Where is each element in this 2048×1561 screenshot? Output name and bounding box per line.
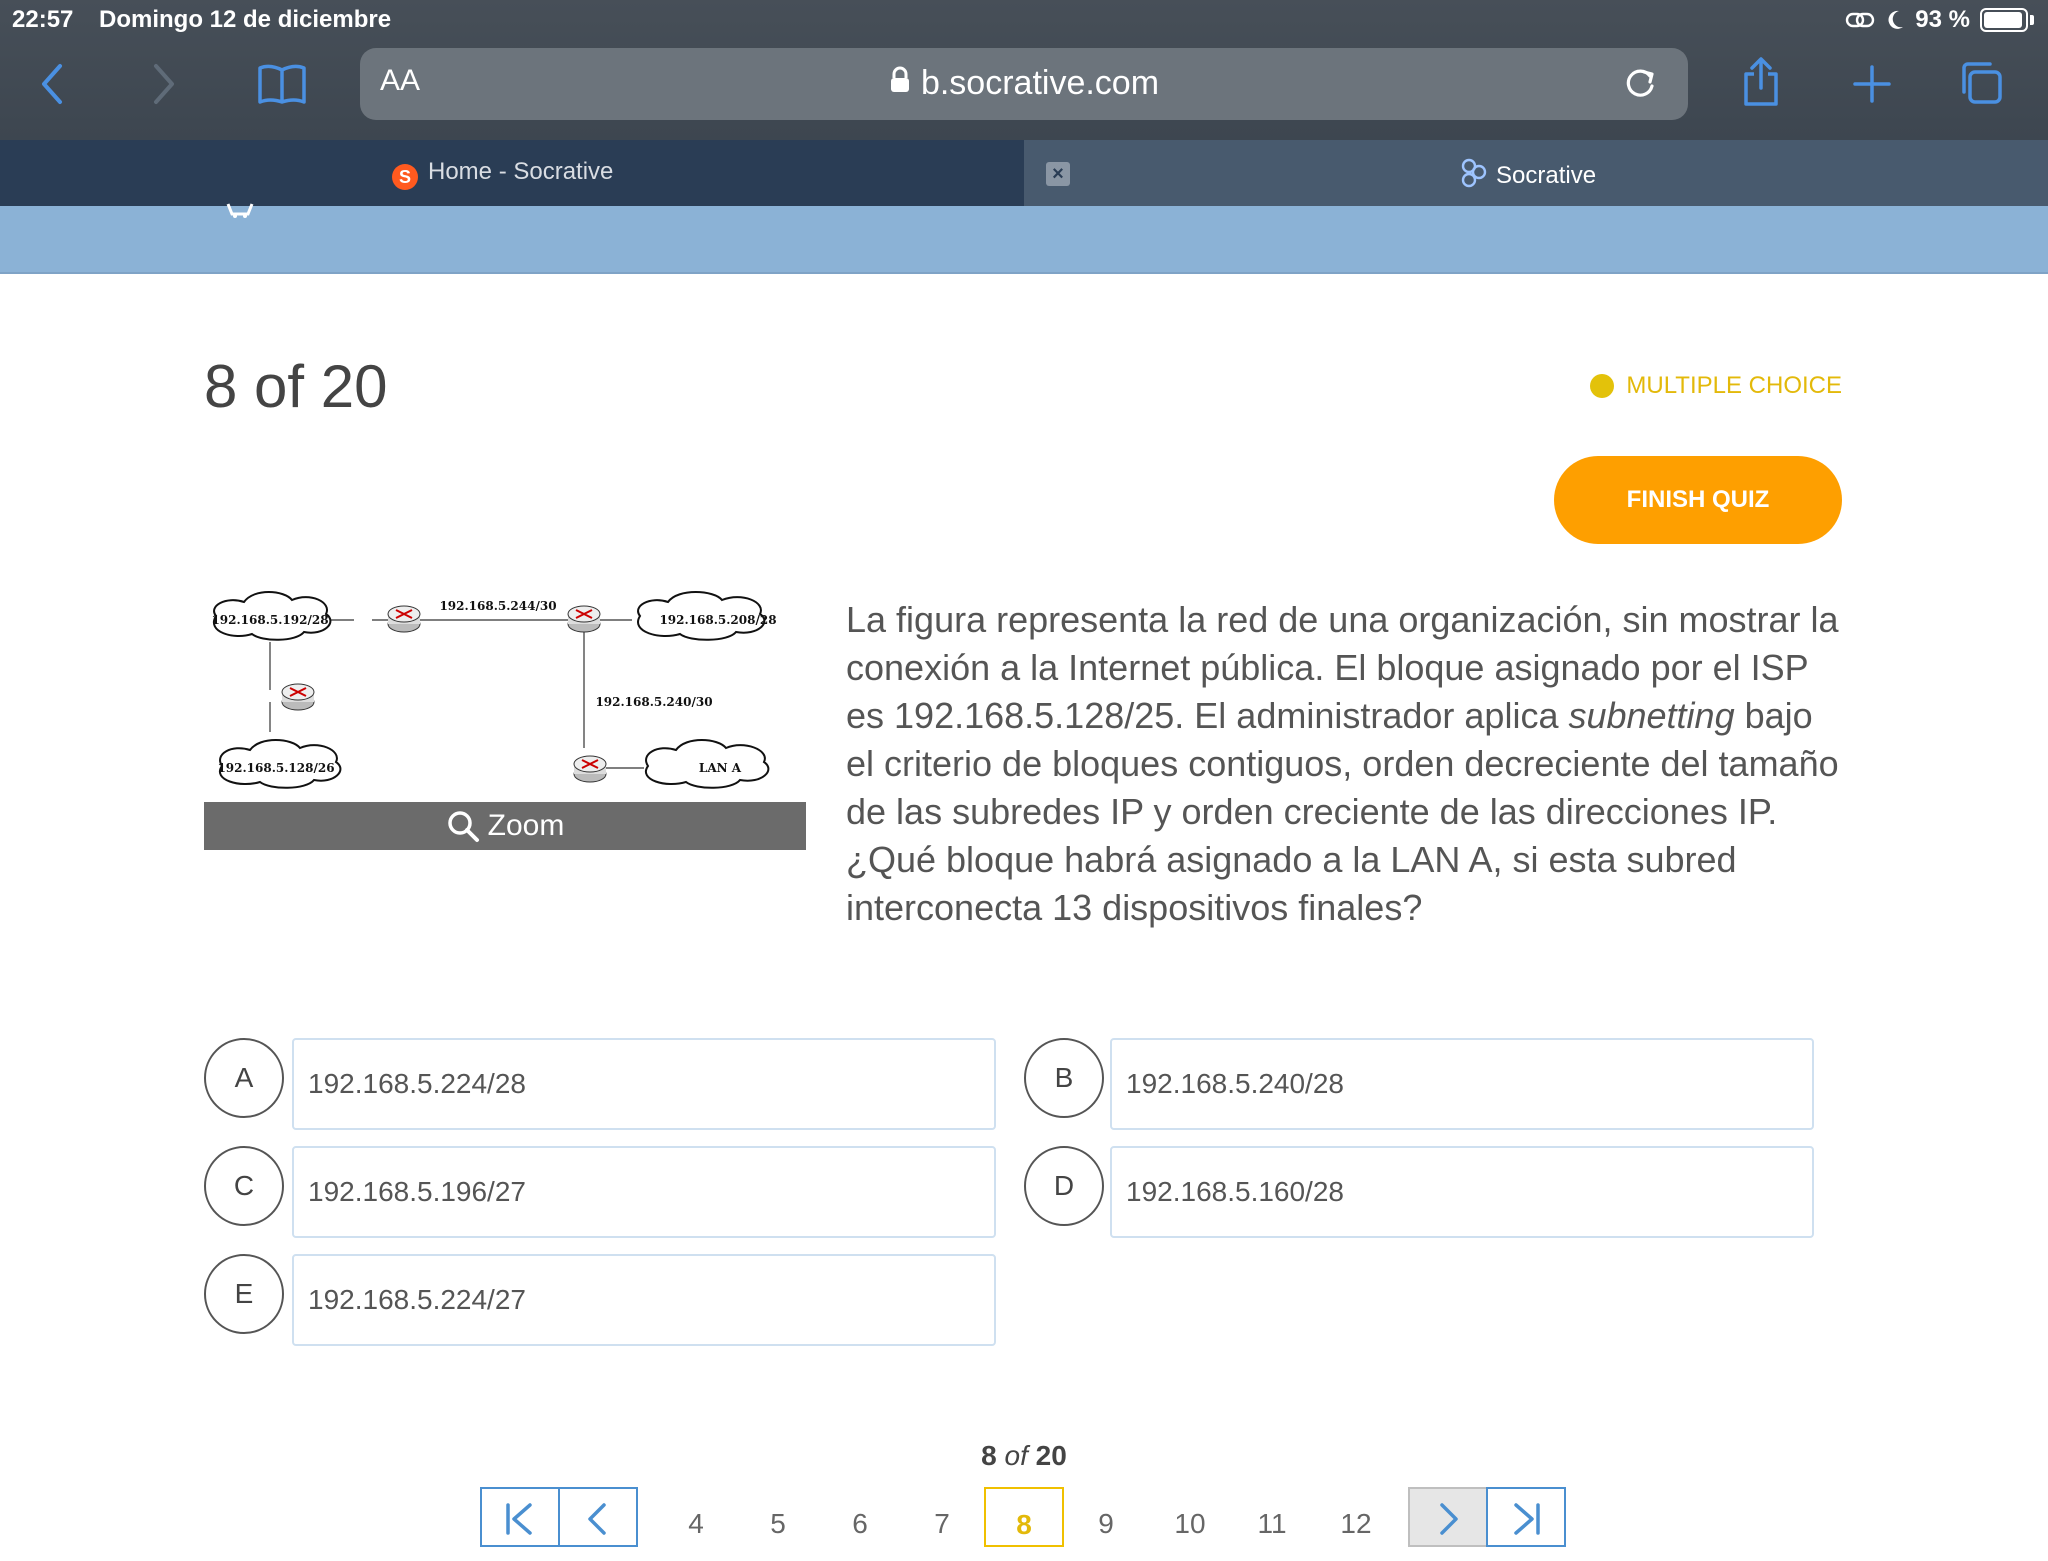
question-type-label: MULTIPLE CHOICE [1626,372,1842,399]
choice-a-letter[interactable]: A [204,1038,284,1118]
chevron-left-icon [588,1503,606,1535]
link-label-right: 192.168.5.240/30 [595,695,712,709]
socrative-logo-icon [1461,158,1487,188]
finish-quiz-button[interactable]: FINISH QUIZ [1554,456,1842,544]
router-icon [573,755,607,783]
pagination-of: of [1004,1440,1028,1471]
site-banner [0,203,2048,274]
pagination-total: 20 [1035,1440,1067,1471]
choice-b-option[interactable]: 192.168.5.240/28 [1110,1038,1814,1130]
choice-c-letter[interactable]: C [204,1146,284,1226]
choice-d-letter[interactable]: D [1024,1146,1104,1226]
last-page-icon [1514,1503,1540,1535]
battery-percent: 93 % [1915,6,1970,33]
socrative-s-icon: S [392,164,418,190]
bookmarks-icon[interactable] [256,62,308,106]
magnifier-icon [447,811,479,842]
tab-home-label: Home - Socrative [428,158,614,185]
browser-chrome: 22:57 Domingo 12 de diciembre 93 % AA b.… [0,0,2048,140]
page-12[interactable]: 12 [1326,1508,1386,1540]
new-tab-icon[interactable] [1852,64,1892,104]
share-icon[interactable] [1742,56,1780,108]
cloud-label-3: 192.168.5.128/26 [217,761,334,775]
url-text: b.socrative.com [920,64,1160,102]
tab-home-label-wrap: S Home - Socrative [392,158,613,190]
first-page-icon [506,1503,532,1535]
question-text: La figura representa la red de una organ… [846,596,1846,932]
battery-icon [1980,8,2028,32]
choice-b-letter[interactable]: B [1024,1038,1104,1118]
tabs-overview-icon[interactable] [1958,60,2004,106]
question-type-dot [1590,374,1615,398]
router-icon [387,605,421,633]
cloud-lan-a: LAN A [645,739,770,789]
question-counter: 8 of 20 [204,353,388,420]
status-date: Domingo 12 de diciembre [99,6,392,33]
router-icon [567,605,601,633]
status-time: 22:57 [12,6,74,33]
next-page-button[interactable] [1408,1487,1488,1547]
tab-home-socrative[interactable]: S Home - Socrative [0,140,1024,206]
battery-nub [2030,15,2034,25]
cloud-192-168-5-192: 192.168.5.192/28 [211,591,332,641]
question-text-italic: subnetting [1568,695,1735,736]
tab-socrative[interactable]: Socrative [1024,140,2048,206]
tab-socrative-label: Socrative [1496,162,1597,189]
choice-e-option[interactable]: 192.168.5.224/27 [292,1254,996,1346]
choice-e-letter[interactable]: E [204,1254,284,1334]
page-6[interactable]: 6 [830,1508,890,1540]
choice-a-option[interactable]: 192.168.5.224/28 [292,1038,996,1130]
chevron-right-icon [1440,1503,1458,1535]
address-bar[interactable]: AA b.socrative.com [360,48,1688,120]
prev-page-button[interactable] [558,1487,638,1547]
forward-icon[interactable] [148,62,178,106]
tab-socrative-label-wrap: Socrative [1460,158,1596,190]
page-9[interactable]: 9 [1076,1508,1136,1540]
cloud-label-4: LAN A [699,761,742,775]
pagination-current: 8 [981,1440,997,1471]
back-icon[interactable] [38,62,68,106]
page-8-current[interactable]: 8 [984,1487,1064,1547]
url-display[interactable]: b.socrative.com [360,64,1688,103]
moon-icon [1888,10,1904,29]
link-label-top: 192.168.5.244/30 [439,599,556,613]
lock-icon [890,66,909,92]
link-icon [1846,12,1875,28]
status-bar: 22:57 Domingo 12 de diciembre 93 % [0,0,2048,40]
status-right: 93 % [1845,6,2034,34]
tab-close-icon[interactable]: × [1046,162,1070,186]
zoom-label: Zoom [487,809,565,842]
cloud-label-2: 192.168.5.208/28 [659,613,776,627]
page-7[interactable]: 7 [912,1508,972,1540]
page-11[interactable]: 11 [1242,1508,1302,1540]
cart-icon [226,203,254,218]
choice-c-option[interactable]: 192.168.5.196/27 [292,1146,996,1238]
choice-d-option[interactable]: 192.168.5.160/28 [1110,1146,1814,1238]
tab-strip: S Home - Socrative Socrative × [0,140,2048,206]
pagination-label: 8 of 20 [0,1440,2048,1472]
reload-icon[interactable] [1622,66,1658,102]
page-10[interactable]: 10 [1160,1508,1220,1540]
cloud-label-1: 192.168.5.192/28 [211,613,328,627]
last-page-button[interactable] [1486,1487,1566,1547]
question-type: MULTIPLE CHOICE [1590,372,1842,400]
first-page-button[interactable] [480,1487,560,1547]
zoom-button[interactable]: Zoom [204,802,806,850]
router-icon [281,683,315,711]
cloud-192-168-5-208: 192.168.5.208/28 [637,591,777,641]
cloud-192-168-5-128: 192.168.5.128/26 [217,739,342,789]
page-4[interactable]: 4 [666,1508,726,1540]
page-5[interactable]: 5 [748,1508,808,1540]
